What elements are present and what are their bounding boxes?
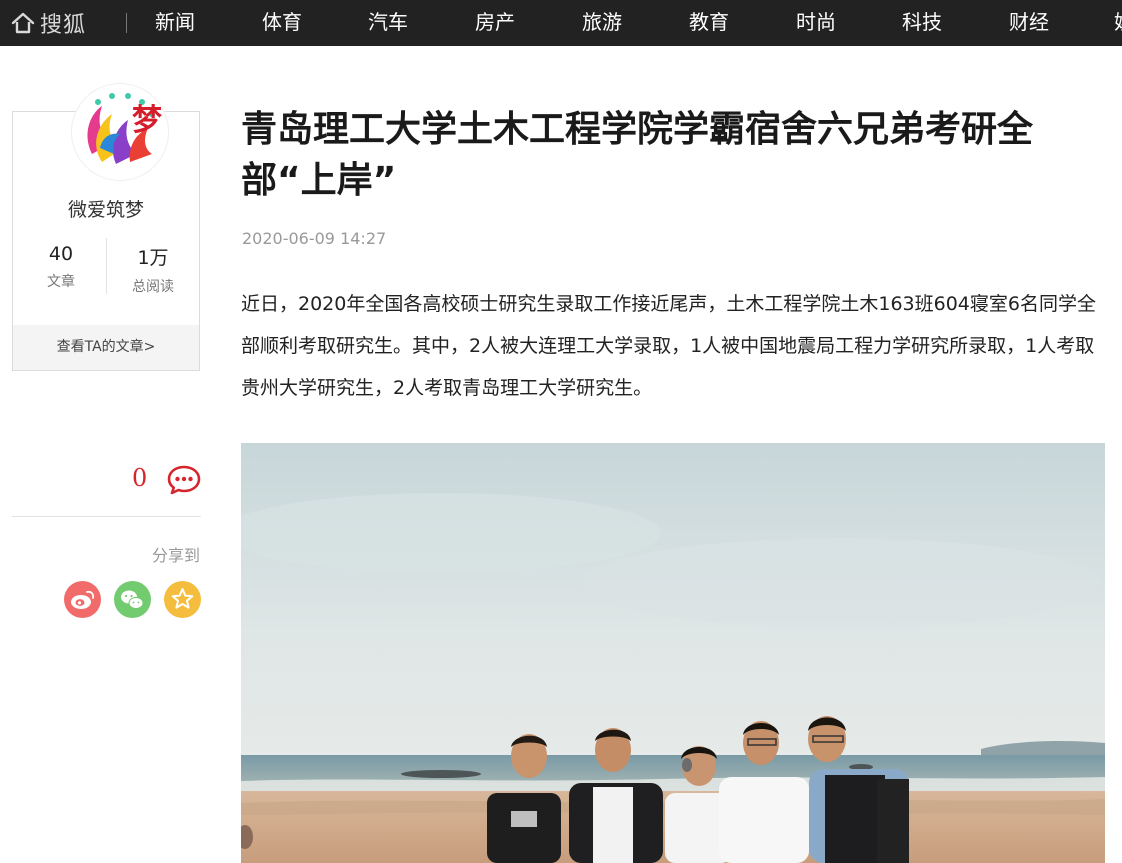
star-icon [171,588,194,609]
sidebar-divider [12,516,201,517]
home-icon [11,12,35,34]
stat-articles-value: 40 [48,243,74,265]
nav-item-entertainment[interactable]: 娱 [1114,0,1122,46]
nav-item-education[interactable]: 教育 [689,0,729,46]
share-weibo-button[interactable] [64,581,101,618]
nav-item-news[interactable]: 新闻 [155,0,195,46]
avatar[interactable]: 梦 [72,84,168,180]
logo-text: 搜狐 [40,13,87,38]
article-timestamp: 2020-06-09 14:27 [242,229,387,248]
stat-reads: 1万 总阅读 [107,243,199,296]
weibo-icon [71,590,95,609]
wechat-icon [121,590,144,609]
nav-item-auto[interactable]: 汽车 [368,0,408,46]
article-title: 青岛理工大学土木工程学院学霸宿舍六兄弟考研全部“上岸” [241,109,1034,201]
stat-reads-label: 总阅读 [132,279,174,295]
nav-item-finance[interactable]: 财经 [1009,0,1049,46]
article-photo[interactable] [241,443,1105,863]
author-name[interactable]: 微爱筑梦 [13,195,199,222]
author-card: 梦 微爱筑梦 40 文章 1万 总阅读 查看TA的文章> [12,84,200,371]
nav-item-travel[interactable]: 旅游 [582,0,622,46]
nav-item-realestate[interactable]: 房产 [475,0,515,46]
nav-separator [126,13,127,33]
share-label: 分享到 [151,546,200,565]
view-articles-link[interactable]: 查看TA的文章> [13,325,199,370]
nav-item-sports[interactable]: 体育 [262,0,302,46]
sohu-logo[interactable]: 搜狐 [10,6,86,40]
nav-item-fashion[interactable]: 时尚 [796,0,836,46]
comment-bubble-icon[interactable] [166,464,202,496]
stat-articles: 40 文章 [15,243,107,291]
avatar-image: 梦 [72,84,168,180]
nav-item-tech[interactable]: 科技 [902,0,942,46]
stat-articles-label: 文章 [47,274,75,290]
comment-count[interactable]: 0 [132,464,147,492]
share-favorite-button[interactable] [164,581,201,618]
beach-group-photo [241,443,1105,863]
share-wechat-button[interactable] [114,581,151,618]
article-paragraph: 近日，2020年全国各高校硕士研究生录取工作接近尾声，土木工程学院土木163班6… [241,293,1096,399]
stat-reads-value: 1万 [137,247,169,269]
top-nav-bar: 搜狐 新闻 体育 汽车 房产 旅游 教育 时尚 科技 财经 娱 [0,0,1122,46]
avatar-glyph: 梦 [132,103,162,138]
